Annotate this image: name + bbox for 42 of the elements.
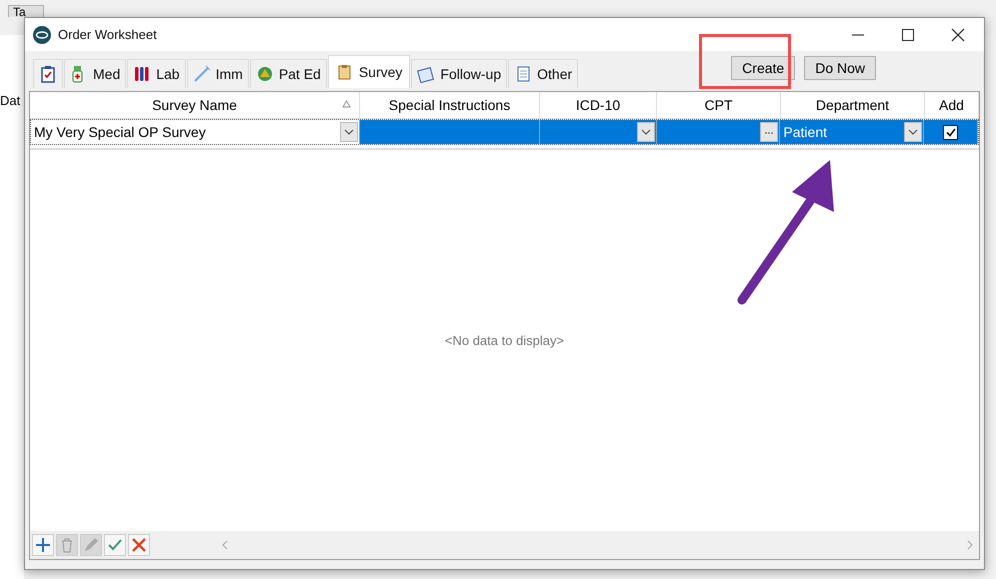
tab[interactable]: Survey — [328, 55, 410, 88]
create-button[interactable]: Create — [731, 56, 796, 80]
column-header[interactable]: Add — [939, 97, 964, 113]
tab[interactable]: Lab — [127, 59, 186, 88]
column-header[interactable]: ICD-10 — [576, 97, 620, 113]
table-row[interactable]: My Very Special OP Survey Patient — [30, 119, 979, 145]
dropdown-icon[interactable] — [636, 122, 655, 142]
table-cell-text: My Very Special OP Survey — [33, 124, 206, 140]
tab[interactable]: Med — [64, 59, 126, 88]
tab[interactable]: Imm — [186, 59, 249, 88]
syringe-icon — [192, 65, 211, 83]
maximize-icon[interactable] — [901, 28, 915, 42]
table-cell-text: Patient — [782, 124, 827, 140]
clipboard-icon — [39, 65, 57, 83]
ellipsis-icon[interactable] — [760, 122, 778, 142]
background-label: Dat — [0, 93, 20, 108]
column-header[interactable]: Special Instructions — [388, 97, 510, 113]
window-title: Order Worksheet — [58, 27, 157, 42]
pencil-icon — [83, 537, 99, 553]
app-logo-icon — [33, 26, 51, 44]
cancel-button[interactable] — [128, 534, 150, 556]
accept-button[interactable] — [104, 534, 126, 556]
dropdown-icon[interactable] — [340, 122, 358, 142]
tab[interactable] — [33, 59, 63, 88]
plus-icon — [35, 537, 51, 553]
column-header[interactable]: Department — [816, 97, 890, 113]
tab[interactable]: Other — [508, 59, 578, 88]
checkmark-icon — [107, 537, 123, 553]
close-icon[interactable] — [951, 28, 965, 42]
x-icon — [131, 537, 147, 553]
tab[interactable]: Follow-up — [411, 59, 508, 88]
dropdown-icon[interactable] — [904, 122, 922, 142]
column-header[interactable]: CPT — [704, 97, 732, 113]
do-now-button[interactable]: Do Now — [804, 56, 876, 80]
tab[interactable]: Pat Ed — [250, 59, 327, 88]
test-tubes-icon — [133, 65, 152, 83]
trash-icon — [59, 537, 75, 553]
add-checkbox[interactable] — [943, 124, 958, 140]
empty-message: <No data to display> — [444, 333, 564, 348]
add-button[interactable] — [32, 534, 54, 556]
background-button[interactable]: Ta — [8, 5, 44, 17]
column-header[interactable]: Survey Name — [152, 97, 237, 113]
